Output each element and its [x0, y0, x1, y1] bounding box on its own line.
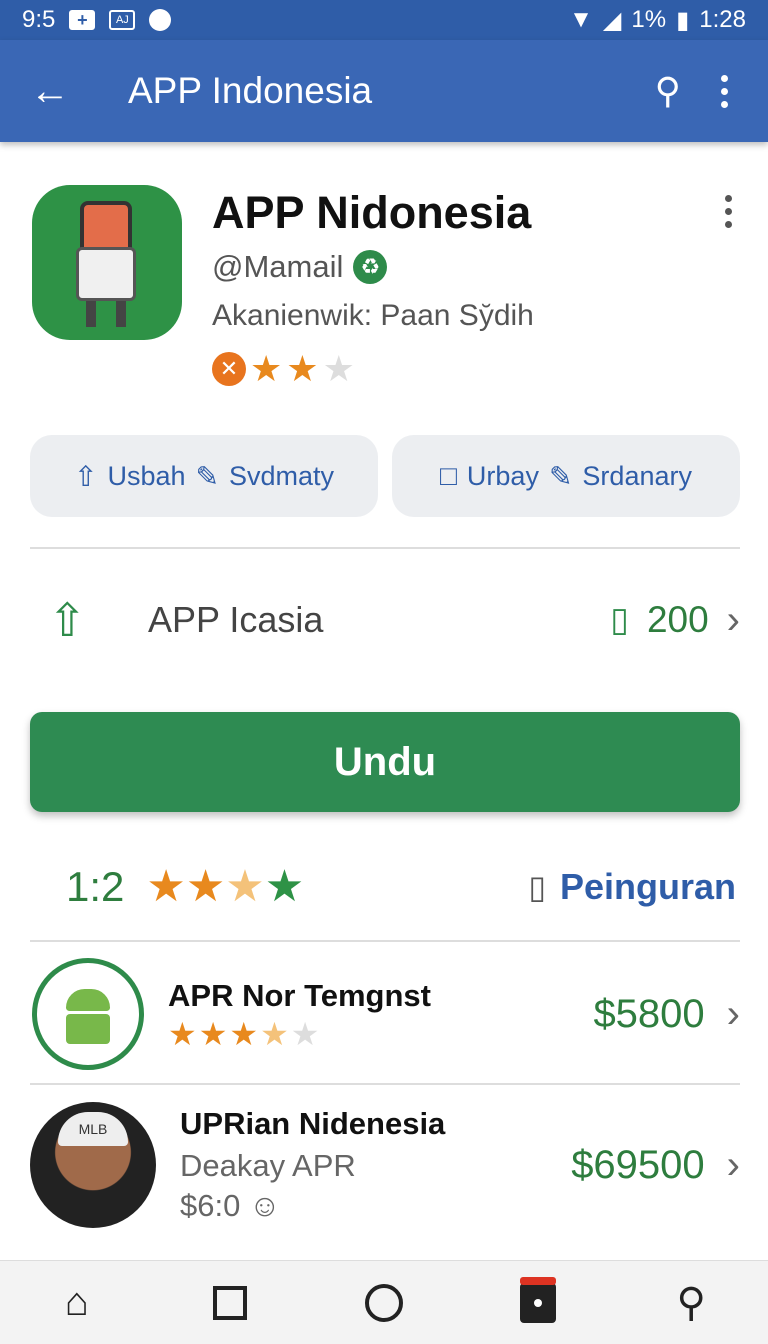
star-icon: ★ [198, 1016, 228, 1052]
upload-icon: ⇧ [48, 594, 87, 646]
robot-body-illustration [76, 247, 136, 301]
x-badge-icon: ✕ [212, 352, 246, 386]
square-icon[interactable] [200, 1273, 260, 1333]
divider [30, 1083, 740, 1085]
list-item-meta-text: $6:0 [180, 1188, 241, 1223]
back-arrow-icon[interactable]: ← [0, 69, 100, 114]
share-icon: ⇧ [73, 460, 98, 492]
signal-icon: ◢ [602, 6, 622, 34]
list-item[interactable]: MLB UPRian Nidenesia Deakay APR $6:0 ☺ $… [30, 1100, 740, 1230]
action-row: ⇧ Usbah ✎ Svdmaty □ Urbay ✎ Srdanary [30, 435, 740, 517]
report-link[interactable]: ▯ Peinguran [528, 866, 736, 908]
list-item-subtitle: Deakay APR [180, 1148, 356, 1183]
more-vert-icon[interactable] [721, 74, 728, 108]
app-size-row[interactable]: ⇧ APP Icasia ▯ 200 › [30, 570, 740, 670]
size-row-value: 200 [646, 599, 709, 640]
divider [30, 547, 740, 549]
aj-icon: AJ [109, 10, 136, 30]
list-item-title: APR Nor Temgnst [168, 978, 431, 1013]
action-pill-2-right: Srdanary [582, 460, 692, 491]
action-pill-1-right: Svdmaty [228, 460, 335, 491]
list-item[interactable]: APR Nor Temgnst ★ ★ ★ ★ ★ $5800 › [30, 955, 740, 1073]
status-bar: 9:5 + AJ ▼ ◢ 1% ▮ 1:28 [0, 0, 768, 40]
star-half-icon: ★ [225, 862, 265, 911]
star-half-icon: ★ [260, 1016, 289, 1052]
file-icon: ▯ [610, 601, 629, 639]
edit-icon: ✎ [195, 460, 219, 492]
star-icon: ★ [185, 862, 226, 911]
developer-handle[interactable]: @Mamail ♻ [212, 249, 388, 285]
cap-text: MLB [58, 1112, 128, 1146]
list-item-title: UPRian Nidenesia [180, 1106, 446, 1141]
header-more-icon[interactable] [725, 195, 732, 228]
star-empty-icon: ★ [322, 348, 355, 389]
star-icon: ★ [146, 862, 186, 911]
chevron-right-icon: › [726, 991, 740, 1036]
smile-icon: ☺ [248, 1188, 281, 1223]
battery-icon: ▮ [676, 6, 690, 34]
verified-badge-icon: ♻ [353, 250, 388, 284]
chevron-right-icon: › [726, 597, 740, 642]
status-time-left: 9:5 [22, 6, 56, 33]
android-icon [32, 958, 144, 1070]
bookmark-icon[interactable] [508, 1273, 568, 1333]
star-green-icon: ★ [264, 862, 305, 911]
document-icon: □ [440, 460, 457, 491]
list-item-rating: ★ ★ ★ ★ ★ [168, 1018, 431, 1050]
star-icon: ★ [250, 348, 283, 389]
bottom-nav: ⌂ ⚲ [0, 1260, 768, 1344]
author-line: Akanienwik: Paan Sy̆dih [212, 299, 534, 332]
star-icon: ★ [229, 1016, 259, 1052]
list-item-price: $69500 [571, 1142, 705, 1187]
star-icon: ★ [286, 348, 319, 389]
developer-handle-text: @Mamail [212, 249, 344, 284]
action-pill-1-left: Usbah [107, 460, 186, 491]
edit-icon: ✎ [548, 460, 573, 492]
report-label: Peinguran [559, 866, 736, 907]
plus-icon: + [69, 10, 96, 30]
app-logo [32, 185, 182, 340]
search-icon[interactable]: ⚲ [655, 70, 681, 112]
header-rating: ✕ ★ ★ ★ [212, 351, 355, 387]
action-pill-2[interactable]: □ Urbay ✎ Srdanary [392, 435, 740, 517]
app-bar-title: APP Indonesia [128, 70, 373, 111]
star-icon: ★ [168, 1016, 197, 1052]
install-button[interactable]: Undu [30, 712, 740, 812]
star-empty-icon: ★ [290, 1016, 320, 1052]
home-icon[interactable]: ⌂ [47, 1273, 107, 1333]
app-name: APP Nidonesia [212, 187, 532, 238]
list-item-price: $5800 [593, 991, 705, 1036]
action-pill-1[interactable]: ⇧ Usbah ✎ Svdmaty [30, 435, 378, 517]
file-icon: ▯ [528, 869, 546, 905]
chevron-right-icon: › [726, 1142, 740, 1187]
avatar: MLB [30, 1102, 156, 1228]
size-row-label: APP Icasia [148, 599, 324, 640]
profile-icon[interactable]: ⚲ [661, 1273, 721, 1333]
status-time-right: 1:28 [699, 6, 746, 33]
rating-row: 1:2 ★ ★ ★ ★ ▯ Peinguran [66, 852, 736, 922]
action-pill-2-left: Urbay [466, 460, 539, 491]
circle-icon[interactable] [354, 1273, 414, 1333]
battery-text: 1% [631, 6, 667, 33]
rating-score: 1:2 [66, 863, 125, 910]
divider [30, 940, 740, 942]
app-bar: ← APP Indonesia ⚲ [0, 40, 768, 142]
app-header: APP Nidonesia @Mamail ♻ Akanienwik: Paan… [32, 185, 742, 395]
notification-icon [149, 9, 172, 31]
list-item-meta: $6:0 ☺ [180, 1188, 445, 1224]
robot-legs-illustration [86, 301, 126, 327]
wifi-icon: ▼ [569, 6, 593, 33]
